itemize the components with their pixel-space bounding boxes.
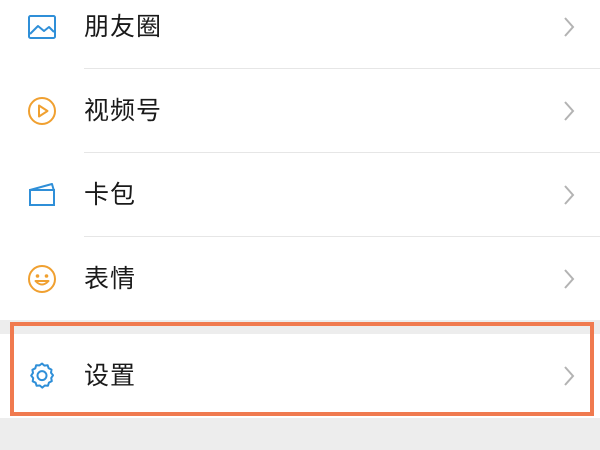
menu-item-channels[interactable]: 视频号 <box>0 69 600 153</box>
chevron-right-icon <box>562 183 576 207</box>
menu-item-label: 视频号 <box>84 96 163 125</box>
channels-play-icon <box>26 95 58 127</box>
chevron-right-icon <box>562 364 576 388</box>
chevron-right-icon <box>562 15 576 39</box>
card-wallet-icon <box>26 179 58 211</box>
chevron-right-icon <box>562 267 576 291</box>
menu-item-moments[interactable]: 朋友圈 <box>0 0 600 69</box>
moments-image-icon <box>26 11 58 43</box>
chevron-right-icon <box>562 99 576 123</box>
menu-item-settings[interactable]: 设置 <box>0 334 600 418</box>
wechat-me-screen: 朋友圈 视频号 卡包 表情 设置 <box>0 0 600 450</box>
menu-item-label: 朋友圈 <box>84 12 163 41</box>
menu-item-label: 设置 <box>84 361 137 390</box>
menu-group-main: 朋友圈 视频号 卡包 表情 <box>0 0 600 320</box>
settings-gear-icon <box>26 360 58 392</box>
menu-item-cards[interactable]: 卡包 <box>0 153 600 237</box>
menu-item-label: 卡包 <box>84 180 137 209</box>
menu-group-settings: 设置 <box>0 334 600 418</box>
sticker-smiley-icon <box>26 263 58 295</box>
menu-item-stickers[interactable]: 表情 <box>0 237 600 321</box>
menu-item-label: 表情 <box>84 264 137 293</box>
